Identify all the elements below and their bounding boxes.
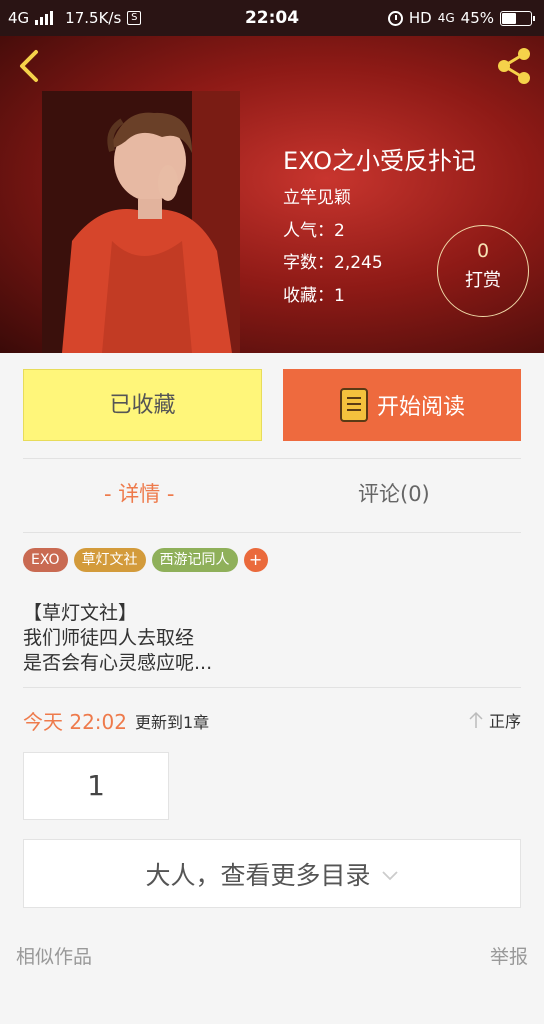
tab-details[interactable]: - 详情 - [104,478,175,508]
battery-icon [500,10,535,26]
sort-label: 正序 [488,712,521,731]
book-icon [339,388,368,422]
similar-works-heading: 相似作品 [16,946,93,968]
book-cover[interactable] [42,91,240,353]
divider [23,532,521,533]
alarm-icon [387,10,403,26]
update-text: 更新到1章 [135,713,210,732]
share-icon [498,48,530,84]
chevron-left-icon [20,50,38,82]
description-line: 我们师徒四人去取经 [23,627,195,649]
book-header: EXO之小受反扑记 立竿见颖 人气：2 字数：2,245 收藏：1 0 打赏 [0,36,544,353]
book-title: EXO之小受反扑记 [283,147,476,175]
status-right: HD 4G 45% [387,9,535,27]
tag-exo[interactable]: EXO [23,548,68,572]
tab-comments[interactable]: 评论(0) [358,478,430,508]
reward-label: 打赏 [465,270,501,291]
collected-button[interactable]: 已收藏 [23,369,262,441]
divider [23,458,521,459]
report-link[interactable]: 举报 [490,942,528,969]
description-line: 【草灯文社】 [23,602,138,624]
more-catalog-button[interactable]: 大人，查看更多目录 [23,839,521,908]
back-button[interactable] [12,46,48,86]
sort-order-button[interactable]: 正序 [469,708,521,732]
network2-label: 4G [437,11,455,25]
battery-label: 45% [460,9,494,27]
more-catalog-label: 大人，查看更多目录 [145,860,371,890]
tag-list: EXO 草灯文社 西游记同人 + [23,548,268,572]
cover-illustration-icon [42,91,240,353]
word-count-stat: 字数：2,245 [283,253,383,273]
start-reading-button[interactable]: 开始阅读 [283,369,521,441]
reward-button[interactable]: 0 打赏 [437,225,529,317]
add-tag-button[interactable]: + [243,548,268,572]
status-bar: 4G 17.5K/s S 22:04 HD 4G 45% [0,0,544,36]
update-time: 今天 22:02 [23,710,127,734]
start-reading-label: 开始阅读 [376,395,465,420]
reward-count: 0 [476,240,490,262]
author-name[interactable]: 立竿见颖 [283,183,351,208]
chevron-down-icon [381,870,398,880]
share-button[interactable] [492,44,536,88]
favorites-stat: 收藏：1 [283,286,345,306]
tag-caodeng[interactable]: 草灯文社 [73,548,146,572]
hd-label: HD [408,9,432,27]
chapter-item[interactable]: 1 [23,752,169,820]
tag-xiyouji[interactable]: 西游记同人 [151,548,238,572]
description-line: 是否会有心灵感应呢... [23,652,213,674]
divider [23,687,521,688]
arrow-up-icon [469,711,483,728]
popularity-stat: 人气：2 [283,221,345,241]
